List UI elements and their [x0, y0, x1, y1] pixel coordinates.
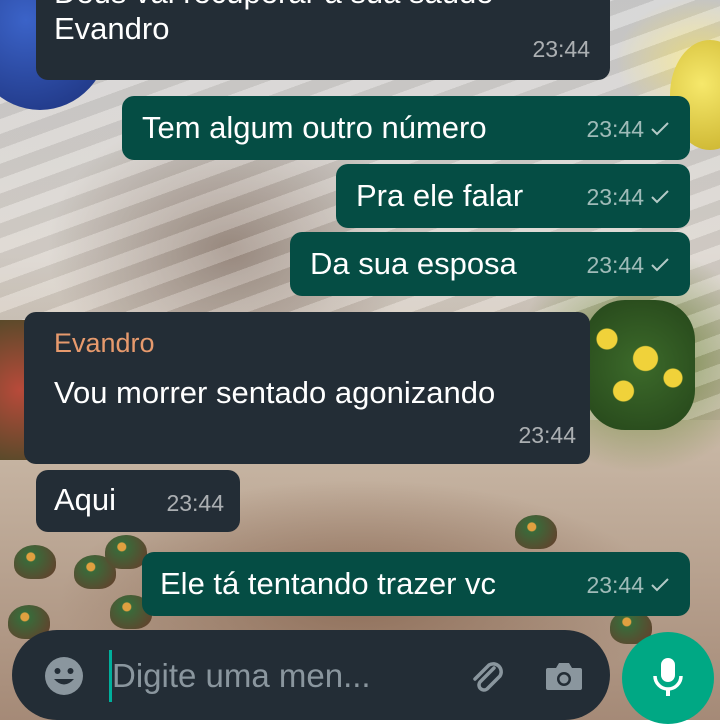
- message-bubble-incoming[interactable]: Evandro Vou morrer sentado agonizando 23…: [24, 312, 590, 464]
- message-time: 23:44: [586, 572, 644, 598]
- message-meta: 23:44: [586, 246, 670, 284]
- message-text: Ele tá tentando trazer vc: [160, 566, 497, 601]
- message-text: Tem algum outro número: [142, 110, 487, 145]
- message-time: 23:44: [518, 422, 576, 448]
- message-time: 23:44: [586, 252, 644, 278]
- sender-name: Evandro: [54, 328, 155, 358]
- camera-icon[interactable]: [542, 654, 586, 698]
- message-bubble-outgoing[interactable]: Ele tá tentando trazer vc 23:44: [142, 552, 690, 616]
- check-icon: [651, 578, 669, 592]
- message-meta: 23:44: [586, 178, 670, 216]
- check-icon: [651, 258, 669, 272]
- message-meta: 23:44: [166, 484, 224, 522]
- message-text: Aqui: [54, 482, 117, 517]
- microphone-button[interactable]: [622, 632, 714, 724]
- message-time: 23:44: [532, 36, 590, 62]
- message-bubble-outgoing[interactable]: Tem algum outro número 23:44: [122, 96, 690, 160]
- message-composer: [12, 630, 610, 720]
- message-meta: 23:44: [532, 30, 590, 68]
- message-time: 23:44: [586, 116, 644, 142]
- message-text: Vou morrer sentado agonizando: [54, 375, 496, 410]
- message-list[interactable]: Deus vai recuperar a sua saúde Evandro 2…: [0, 0, 720, 720]
- message-time: 23:44: [166, 490, 224, 516]
- message-time: 23:44: [586, 184, 644, 210]
- microphone-icon: [653, 658, 683, 696]
- message-text: Pra ele falar: [356, 178, 524, 213]
- check-icon: [651, 122, 669, 136]
- message-meta: 23:44: [518, 416, 576, 454]
- check-icon: [651, 190, 669, 204]
- message-bubble-incoming[interactable]: Aqui 23:44: [36, 470, 240, 532]
- emoji-icon[interactable]: [44, 656, 84, 696]
- message-meta: 23:44: [586, 110, 670, 148]
- message-text: Evandro: [54, 11, 170, 46]
- message-bubble-outgoing[interactable]: Da sua esposa 23:44: [290, 232, 690, 296]
- message-input[interactable]: [112, 648, 442, 704]
- message-bubble-outgoing[interactable]: Pra ele falar 23:44: [336, 164, 690, 228]
- message-bubble-incoming[interactable]: Deus vai recuperar a sua saúde Evandro 2…: [36, 0, 610, 80]
- message-text: Da sua esposa: [310, 246, 517, 281]
- paperclip-icon[interactable]: [464, 654, 508, 698]
- message-meta: 23:44: [586, 566, 670, 604]
